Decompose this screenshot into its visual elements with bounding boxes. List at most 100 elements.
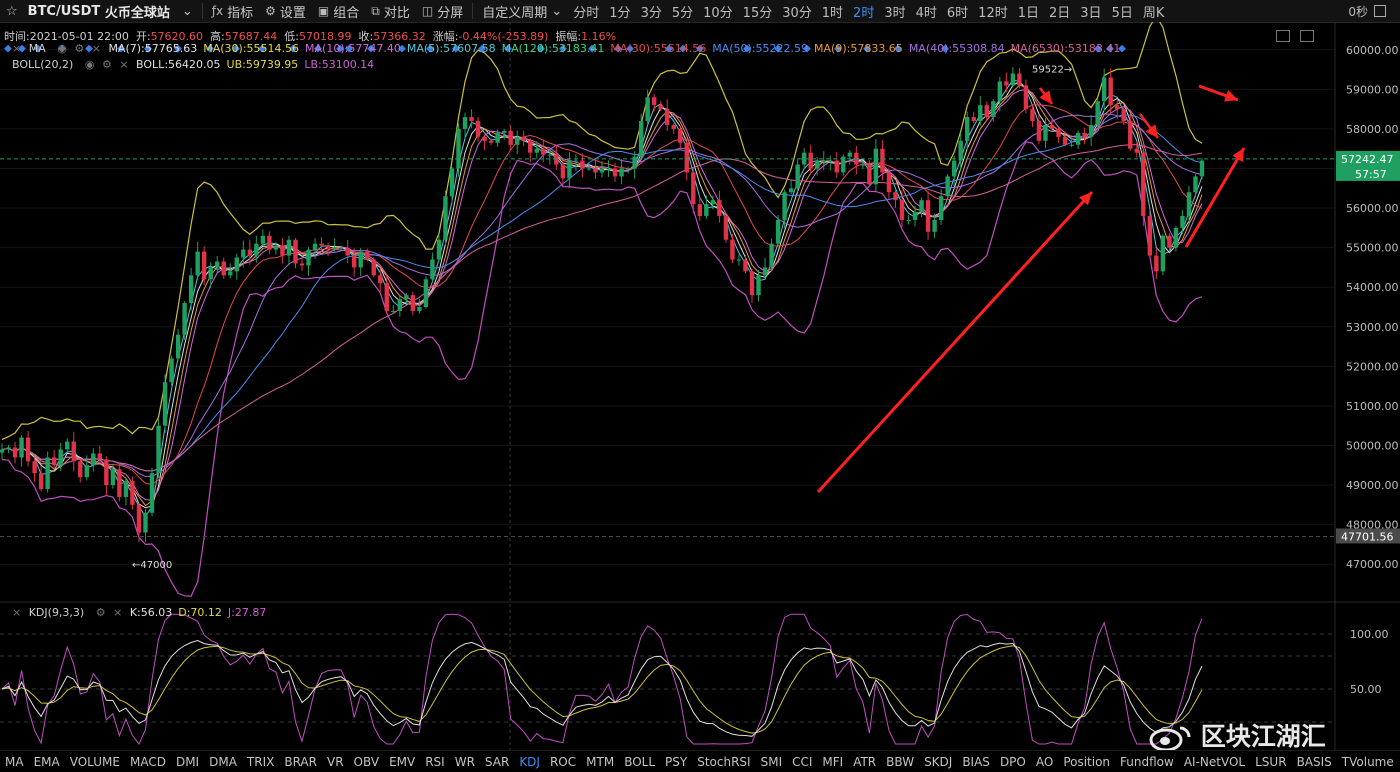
red-arrow-annotations bbox=[816, 84, 1246, 494]
indicator-tab-4[interactable]: DMI bbox=[171, 755, 204, 769]
indicator-tab-12[interactable]: WR bbox=[450, 755, 480, 769]
candle-body-30 bbox=[195, 251, 200, 276]
indicator-tab-11[interactable]: RSI bbox=[420, 755, 450, 769]
period-tab-4[interactable]: 10分 bbox=[698, 2, 738, 21]
gear-icon[interactable]: ⚙ bbox=[102, 58, 112, 71]
kdj-value-1: D:70.12 bbox=[178, 606, 222, 619]
candlesticks bbox=[0, 67, 1205, 543]
indicator-tab-13[interactable]: SAR bbox=[480, 755, 514, 769]
collapse-icon[interactable]: × bbox=[12, 606, 21, 619]
indicator-tab-34[interactable]: TVolume bbox=[1337, 755, 1399, 769]
indicator-tab-8[interactable]: VR bbox=[322, 755, 349, 769]
kdj-legend: × KDJ(9,3,3) ⚙ × K:56.03 D:70.12 J:27.87 bbox=[12, 606, 278, 619]
indicator-toggle-icon[interactable]: ⌄ bbox=[176, 0, 199, 22]
indicator-tab-23[interactable]: ATR bbox=[848, 755, 881, 769]
candle-body-67 bbox=[436, 239, 442, 260]
candle-body-158 bbox=[1030, 109, 1035, 122]
candle-body-40 bbox=[260, 235, 266, 244]
candle-body-86 bbox=[560, 164, 566, 179]
indicator-tab-32[interactable]: LSUR bbox=[1250, 755, 1291, 769]
settings-button[interactable]: ⚙ 设置 bbox=[259, 0, 312, 22]
candle-body-77 bbox=[501, 130, 507, 133]
indicator-tab-6[interactable]: TRIX bbox=[242, 755, 279, 769]
indicator-tab-9[interactable]: OBV bbox=[349, 755, 385, 769]
ma-value-1: MA(30):55514.56 bbox=[203, 42, 300, 55]
indicator-tab-16[interactable]: MTM bbox=[581, 755, 619, 769]
indicator-tab-5[interactable]: DMA bbox=[204, 755, 242, 769]
candle-body-45 bbox=[293, 239, 298, 264]
period-tab-12[interactable]: 12时 bbox=[973, 2, 1013, 21]
candle-body-175 bbox=[1141, 152, 1146, 216]
visibility-eye-icon[interactable]: ◉ bbox=[57, 42, 67, 55]
indicator-tab-10[interactable]: EMV bbox=[384, 755, 420, 769]
boll-legend-name: BOLL(20,2) bbox=[12, 58, 74, 71]
indicator-tab-29[interactable]: Position bbox=[1058, 755, 1115, 769]
symbol-selector[interactable]: BTC/USDT 火币全球站 bbox=[24, 0, 176, 22]
period-tab-8[interactable]: 2时 bbox=[848, 2, 879, 21]
indicator-tab-24[interactable]: BBW bbox=[881, 755, 919, 769]
custom-period-dropdown[interactable]: 自定义周期 ⌄ bbox=[476, 0, 568, 22]
period-tab-16[interactable]: 5日 bbox=[1107, 2, 1138, 21]
period-tab-13[interactable]: 1日 bbox=[1013, 2, 1044, 21]
candle-body-152 bbox=[991, 101, 996, 118]
close-icon[interactable]: × bbox=[119, 58, 128, 71]
indicator-tab-0[interactable]: MA bbox=[0, 755, 29, 769]
signal-diamond-0 bbox=[4, 44, 12, 53]
close-icon[interactable]: × bbox=[113, 606, 122, 619]
indicator-tab-2[interactable]: VOLUME bbox=[65, 755, 125, 769]
indicator-tab-14[interactable]: KDJ bbox=[514, 755, 545, 769]
close-icon[interactable]: × bbox=[92, 42, 101, 55]
combo-button[interactable]: ▣ 组合 bbox=[312, 0, 365, 22]
candle-body-70 bbox=[456, 128, 461, 169]
indicator-tab-15[interactable]: ROC bbox=[545, 755, 581, 769]
ma-legend: × MA ◉ ⚙ × MA(7):57765.63 MA(30):55514.56… bbox=[12, 42, 1132, 55]
period-tab-5[interactable]: 15分 bbox=[738, 2, 778, 21]
collapse-icon[interactable]: × bbox=[12, 42, 21, 55]
indicator-tab-18[interactable]: PSY bbox=[660, 755, 692, 769]
period-tab-11[interactable]: 6时 bbox=[942, 2, 973, 21]
indicator-tab-31[interactable]: AI-NetVOL bbox=[1179, 755, 1250, 769]
fullscreen-icon[interactable] bbox=[1374, 5, 1386, 17]
period-tab-7[interactable]: 1时 bbox=[817, 2, 848, 21]
period-tab-1[interactable]: 1分 bbox=[604, 2, 635, 21]
indicator-tab-25[interactable]: SKDJ bbox=[919, 755, 957, 769]
indicator-tab-19[interactable]: StochRSI bbox=[692, 755, 755, 769]
visibility-eye-icon[interactable]: ◉ bbox=[85, 58, 95, 71]
split-screen-button[interactable]: ◫ 分屏 bbox=[416, 0, 469, 22]
period-tab-0[interactable]: 分时 bbox=[568, 2, 604, 21]
candle-body-125 bbox=[815, 160, 820, 169]
candle-body-115 bbox=[749, 271, 755, 296]
indicator-tab-26[interactable]: BIAS bbox=[957, 755, 995, 769]
gear-icon[interactable]: ⚙ bbox=[74, 42, 84, 55]
candle-body-29 bbox=[188, 275, 194, 304]
candle-body-68 bbox=[443, 196, 448, 240]
candle-body-177 bbox=[1154, 255, 1159, 272]
indicator-tab-3[interactable]: MACD bbox=[125, 755, 171, 769]
indicator-tab-17[interactable]: BOLL bbox=[619, 755, 660, 769]
favorite-star-icon[interactable]: ☆ bbox=[0, 0, 24, 22]
indicators-button[interactable]: ƒx 指标 bbox=[206, 0, 259, 22]
indicator-tab-22[interactable]: MFI bbox=[817, 755, 848, 769]
price-chart[interactable]: 47000.0048000.0049000.0050000.0051000.00… bbox=[0, 22, 1400, 750]
indicator-tab-1[interactable]: EMA bbox=[29, 755, 65, 769]
compare-button[interactable]: ⧉ 对比 bbox=[365, 0, 416, 22]
gear-icon[interactable]: ⚙ bbox=[96, 606, 106, 619]
period-tab-14[interactable]: 2日 bbox=[1044, 2, 1075, 21]
period-tab-15[interactable]: 3日 bbox=[1075, 2, 1106, 21]
period-tab-2[interactable]: 3分 bbox=[636, 2, 667, 21]
period-tab-3[interactable]: 5分 bbox=[667, 2, 698, 21]
indicator-tab-33[interactable]: BASIS bbox=[1292, 755, 1337, 769]
indicator-tab-27[interactable]: DPO bbox=[995, 755, 1031, 769]
period-tab-6[interactable]: 30分 bbox=[777, 2, 817, 21]
candle-body-113 bbox=[736, 259, 742, 261]
candle-body-183 bbox=[1193, 176, 1198, 193]
candle-body-4 bbox=[25, 437, 31, 462]
indicator-tab-30[interactable]: Fundflow bbox=[1115, 755, 1179, 769]
period-tab-10[interactable]: 4时 bbox=[911, 2, 942, 21]
indicator-tab-21[interactable]: CCI bbox=[787, 755, 817, 769]
indicator-tab-28[interactable]: AO bbox=[1031, 755, 1058, 769]
period-tab-9[interactable]: 3时 bbox=[879, 2, 910, 21]
period-tab-17[interactable]: 周K bbox=[1138, 2, 1170, 21]
indicator-tab-7[interactable]: BRAR bbox=[279, 755, 322, 769]
indicator-tab-20[interactable]: SMI bbox=[756, 755, 788, 769]
